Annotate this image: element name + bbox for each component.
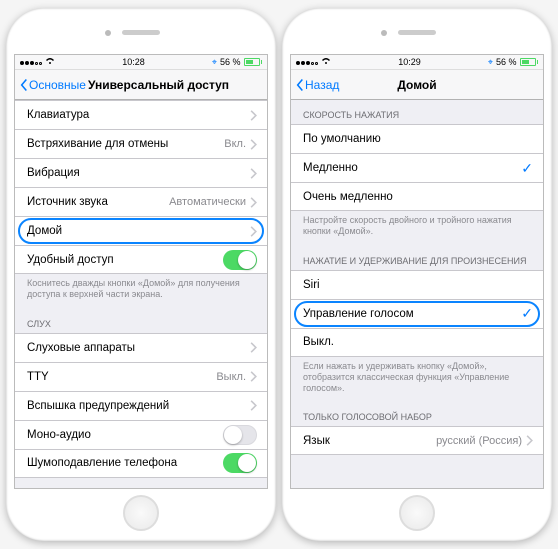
toggle-reachability[interactable]: [223, 250, 257, 270]
checkmark-icon: ✓: [521, 160, 533, 177]
row-speed-slow[interactable]: Медленно ✓: [291, 153, 543, 182]
home-button[interactable]: [399, 495, 435, 531]
speaker: [122, 30, 160, 35]
section-press-hold: НАЖАТИЕ И УДЕРЖИВАНИЕ ДЛЯ ПРОИЗНЕСЕНИЯ: [291, 246, 543, 270]
row-audio-source[interactable]: Источник звука Автоматически: [15, 187, 267, 216]
chevron-right-icon: [250, 371, 257, 382]
battery-icon: [244, 58, 263, 66]
row-voice-control[interactable]: Управление голосом ✓: [291, 299, 543, 328]
row-siri[interactable]: Siri: [291, 270, 543, 299]
toggle-mono[interactable]: [223, 425, 257, 445]
toggle-noise[interactable]: [223, 453, 257, 473]
row-off[interactable]: Выкл.: [291, 328, 543, 357]
section-click-speed: СКОРОСТЬ НАЖАТИЯ: [291, 100, 543, 124]
phone-left: 10:28 ⌖ 56 % Основные Универсальный дост…: [6, 8, 276, 541]
back-label: Основные: [29, 78, 86, 92]
back-button[interactable]: Основные: [15, 78, 86, 92]
row-noise-cancel[interactable]: Шумоподавление телефона: [15, 449, 267, 478]
back-label: Назад: [305, 78, 339, 92]
chevron-right-icon: [250, 168, 257, 179]
screen-left: 10:28 ⌖ 56 % Основные Универсальный дост…: [14, 54, 268, 489]
chevron-right-icon: [250, 110, 257, 121]
bluetooth-icon: ⌖: [212, 57, 217, 68]
footer-reachability: Коснитесь дважды кнопки «Домой» для полу…: [15, 274, 267, 309]
status-time: 10:29: [331, 57, 488, 67]
footer-speed: Настройте скорость двойного и тройного н…: [291, 211, 543, 246]
section-voice-dial: ТОЛЬКО ГОЛОСОВОЙ НАБОР: [291, 402, 543, 426]
status-time: 10:28: [55, 57, 212, 67]
nav-bar: Основные Универсальный доступ: [15, 70, 267, 100]
back-button[interactable]: Назад: [291, 78, 339, 92]
settings-list[interactable]: Клавиатура Встряхивание для отмены Вкл. …: [15, 100, 267, 488]
row-home[interactable]: Домой: [15, 216, 267, 245]
camera: [381, 30, 387, 36]
wifi-icon: [321, 57, 331, 67]
chevron-right-icon: [250, 342, 257, 353]
signal-icon: [296, 57, 319, 67]
row-mono-audio[interactable]: Моно-аудио: [15, 420, 267, 449]
screen-right: 10:29 ⌖ 56 % Назад Домой СКОРОСТЬ НАЖАТИ…: [290, 54, 544, 489]
camera: [105, 30, 111, 36]
row-hearing-devices[interactable]: Слуховые аппараты: [15, 333, 267, 362]
wifi-icon: [45, 57, 55, 67]
section-hearing: СЛУХ: [15, 309, 267, 333]
battery-icon: [520, 58, 539, 66]
battery-percent: 56 %: [220, 57, 241, 67]
nav-bar: Назад Домой: [291, 70, 543, 100]
chevron-right-icon: [250, 139, 257, 150]
row-keyboard[interactable]: Клавиатура: [15, 100, 267, 129]
speaker: [398, 30, 436, 35]
row-vibration[interactable]: Вибрация: [15, 158, 267, 187]
status-bar: 10:29 ⌖ 56 %: [291, 55, 543, 70]
chevron-right-icon: [250, 400, 257, 411]
bluetooth-icon: ⌖: [488, 57, 493, 68]
chevron-right-icon: [250, 197, 257, 208]
row-speed-slowest[interactable]: Очень медленно: [291, 182, 543, 211]
row-language[interactable]: Язык русский (Россия): [291, 426, 543, 455]
row-shake-undo[interactable]: Встряхивание для отмены Вкл.: [15, 129, 267, 158]
settings-list[interactable]: СКОРОСТЬ НАЖАТИЯ По умолчанию Медленно ✓…: [291, 100, 543, 488]
chevron-right-icon: [250, 226, 257, 237]
row-reachability[interactable]: Удобный доступ: [15, 245, 267, 274]
chevron-right-icon: [526, 435, 533, 446]
signal-icon: [20, 57, 43, 67]
phone-right: 10:29 ⌖ 56 % Назад Домой СКОРОСТЬ НАЖАТИ…: [282, 8, 552, 541]
row-speed-default[interactable]: По умолчанию: [291, 124, 543, 153]
row-led-flash[interactable]: Вспышка предупреждений: [15, 391, 267, 420]
status-bar: 10:28 ⌖ 56 %: [15, 55, 267, 70]
row-tty[interactable]: TTY Выкл.: [15, 362, 267, 391]
checkmark-icon: ✓: [521, 305, 533, 322]
footer-hold: Если нажать и удерживать кнопку «Домой»,…: [291, 357, 543, 403]
home-button[interactable]: [123, 495, 159, 531]
battery-percent: 56 %: [496, 57, 517, 67]
nav-title: Универсальный доступ: [88, 78, 229, 92]
